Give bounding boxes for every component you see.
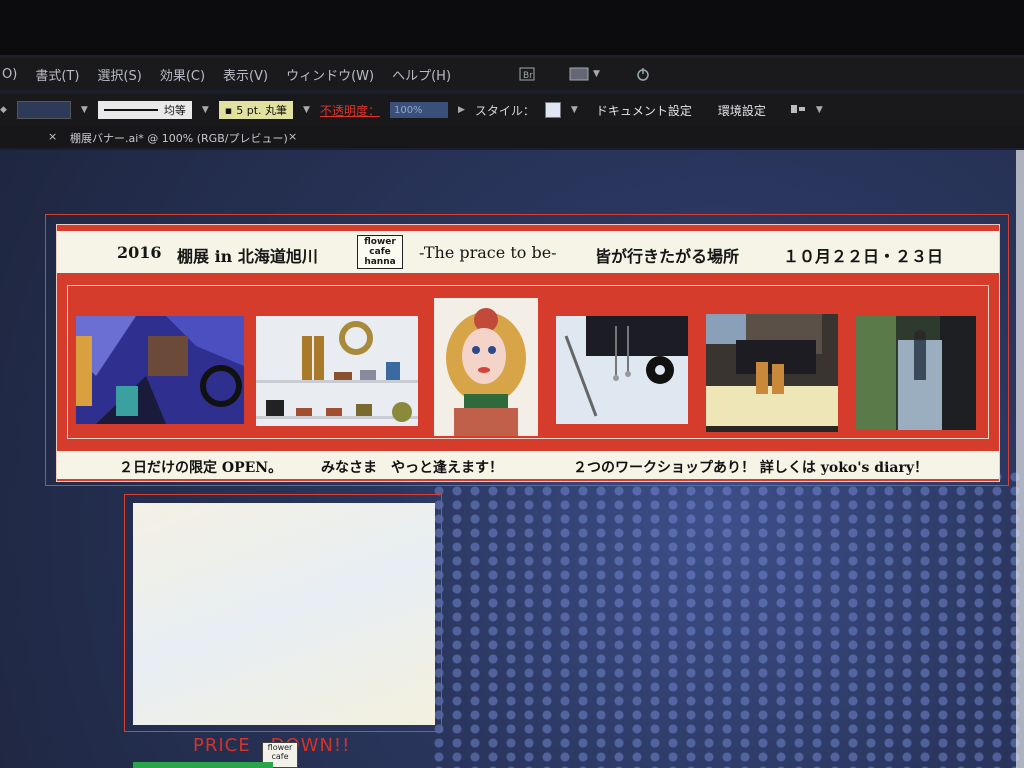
- menu-object[interactable]: O): [2, 67, 17, 82]
- brush-definition[interactable]: ▪ 5 pt. 丸筆: [218, 101, 294, 119]
- power-button[interactable]: [636, 67, 650, 81]
- stroke-line-preview: [103, 109, 158, 111]
- tab-close-icon[interactable]: ×: [288, 130, 297, 143]
- control-bar: ◆ ▼ 均等 ▼ ▪ 5 pt. 丸筆 ▼ 不透明度： 100% ▶ スタイル：…: [0, 94, 1024, 126]
- menu-select[interactable]: 選択(S): [97, 65, 141, 84]
- chevron-right-icon: ◆: [0, 105, 7, 115]
- chevron-down-icon[interactable]: ▼: [816, 105, 823, 115]
- photo-coat-mannequin: [856, 316, 976, 430]
- chevron-down-icon: ▼: [593, 69, 600, 79]
- chevron-right-icon[interactable]: ▶: [458, 105, 465, 115]
- document-tab[interactable]: 棚展バナー.ai* @ 100% (RGB/プレビュー): [70, 130, 288, 146]
- mini-logo-line-2: cafe: [271, 752, 289, 761]
- photo-chair-shoes: [706, 314, 838, 432]
- photo-shelf-boots: [256, 316, 418, 426]
- bridge-button[interactable]: Br: [519, 67, 535, 81]
- arrange-documents-icon: [569, 67, 589, 81]
- brush-label: 5 pt. 丸筆: [236, 104, 288, 117]
- arrange-documents-button[interactable]: ▼: [569, 67, 600, 81]
- banner-bottom-strip: ２日だけの限定 OPEN。 みなさま やっと逢えます！ ２つのワークショップあり…: [57, 451, 999, 479]
- banner-year: 2016: [117, 243, 162, 262]
- brush-dot-icon: ▪: [224, 103, 233, 117]
- banner-photo-frame: [67, 285, 989, 439]
- menu-window[interactable]: ウィンドウ(W): [286, 65, 374, 84]
- green-artwork-edge: [133, 762, 273, 768]
- banner-top-strip: 2016 棚展 in 北海道旭川 flower cafe hanna -The …: [57, 231, 999, 273]
- bridge-icon: Br: [519, 67, 535, 81]
- opacity-field[interactable]: 100%: [389, 102, 448, 118]
- chevron-down-icon[interactable]: ▼: [202, 105, 209, 115]
- right-scrollbar[interactable]: [1016, 150, 1024, 768]
- document-setup-button[interactable]: ドキュメント設定: [588, 100, 700, 121]
- banner-dates: １０月２２日・２３日: [783, 247, 944, 266]
- top-dark-band: [0, 0, 1024, 55]
- align-icon[interactable]: [790, 103, 806, 118]
- document-tab-bar: × 棚展バナー.ai* @ 100% (RGB/プレビュー) ×: [0, 126, 1024, 148]
- style-label: スタイル：: [474, 103, 535, 118]
- menu-bar: O) 書式(T) 選択(S) 効果(C) 表示(V) ウィンドウ(W) ヘルプ(…: [0, 58, 1024, 90]
- banner-artwork[interactable]: 2016 棚展 in 北海道旭川 flower cafe hanna -The …: [56, 224, 1000, 482]
- logo-line-1: flower: [364, 237, 396, 247]
- flower-cafe-hanna-logo: flower cafe hanna: [357, 235, 403, 269]
- photo-doll: [434, 298, 538, 436]
- photo-jewelry: [556, 316, 688, 424]
- logo-line-3: hanna: [364, 257, 396, 267]
- tab-close-icon[interactable]: ×: [48, 130, 57, 143]
- opacity-label[interactable]: 不透明度：: [320, 102, 380, 119]
- chevron-down-icon[interactable]: ▼: [81, 105, 88, 115]
- graphic-style-swatch[interactable]: [544, 102, 561, 118]
- chevron-down-icon[interactable]: ▼: [303, 105, 310, 115]
- chevron-down-icon[interactable]: ▼: [571, 105, 578, 115]
- stroke-weight-field[interactable]: [16, 101, 71, 119]
- price-text-1: PRICE: [193, 735, 251, 756]
- banner-event-title: 棚展 in 北海道旭川: [177, 247, 318, 266]
- menu-help[interactable]: ヘルプ(H): [392, 65, 451, 84]
- banner-tagline-jp: 皆が行きたがる場所: [595, 247, 740, 266]
- banner-tagline: -The prace to be-: [419, 243, 557, 262]
- preferences-button[interactable]: 環境設定: [710, 100, 774, 121]
- banner-bottom-workshop: ２つのワークショップあり！ 詳しくは yoko's diary！: [573, 460, 928, 476]
- canvas-moire-pattern: [430, 470, 1024, 768]
- svg-text:Br: Br: [523, 71, 533, 81]
- power-icon: [637, 68, 649, 81]
- artboard-2-blank[interactable]: [133, 503, 435, 725]
- logo-line-2: cafe: [369, 247, 391, 257]
- stroke-profile-label: 均等: [163, 104, 186, 117]
- menu-type[interactable]: 書式(T): [35, 65, 79, 84]
- banner-bottom-open: ２日だけの限定 OPEN。: [119, 460, 283, 476]
- variable-width-profile[interactable]: 均等: [97, 101, 192, 119]
- mini-logo-line-1: flower: [267, 743, 293, 752]
- menu-effect[interactable]: 効果(C): [160, 65, 205, 84]
- banner-bottom-greeting: みなさま やっと逢えます！: [321, 460, 503, 476]
- photo-abstract-art: [76, 316, 244, 424]
- menu-view[interactable]: 表示(V): [223, 65, 268, 84]
